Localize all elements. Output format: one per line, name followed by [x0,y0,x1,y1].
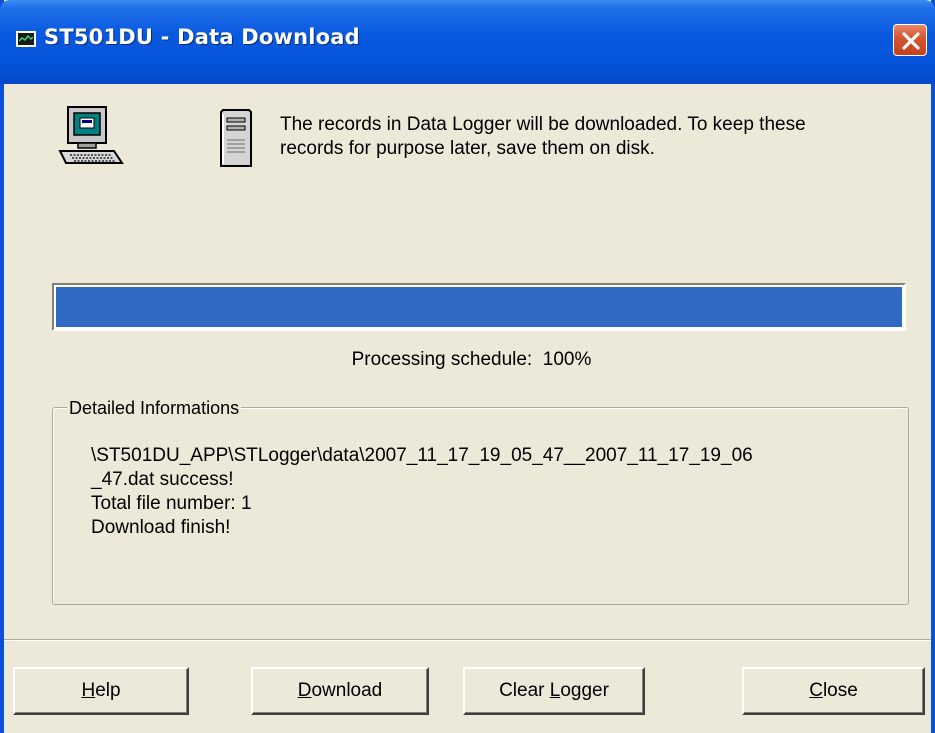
close-button[interactable]: Close [742,667,925,715]
processing-label: Processing schedule: [351,349,533,370]
clear-logger-button[interactable]: Clear Logger [463,667,645,715]
server-tower-icon [220,109,252,167]
progress-fill [56,287,902,327]
log-line: Download finish! [91,517,231,538]
title-bar[interactable]: ST501DU - Data Download [0,0,935,84]
close-icon [902,32,920,50]
data-download-window: ST501DU - Data Download The records in D… [0,0,935,733]
help-button[interactable]: Help [13,667,189,715]
monitor-app-icon [16,31,36,47]
close-window-button[interactable] [893,24,927,56]
detailed-info-legend: Detailed Informations [67,398,242,419]
log-line: _47.dat success! [91,469,234,490]
window-title: ST501DU - Data Download [44,25,360,49]
detailed-info-log: \ST501DU_APP\STLogger\data\2007_11_17_19… [91,444,901,540]
processing-value: 100% [542,349,592,370]
log-line: \ST501DU_APP\STLogger\data\2007_11_17_19… [91,445,753,466]
progress-bar [52,283,906,331]
button-separator-highlight [4,640,931,641]
computer-icon [58,106,124,164]
processing-status: Processing schedule: 100% [4,349,935,371]
download-button[interactable]: Download [251,667,429,715]
download-message: The records in Data Logger will be downl… [280,114,806,159]
log-line: Total file number: 1 [91,493,252,514]
